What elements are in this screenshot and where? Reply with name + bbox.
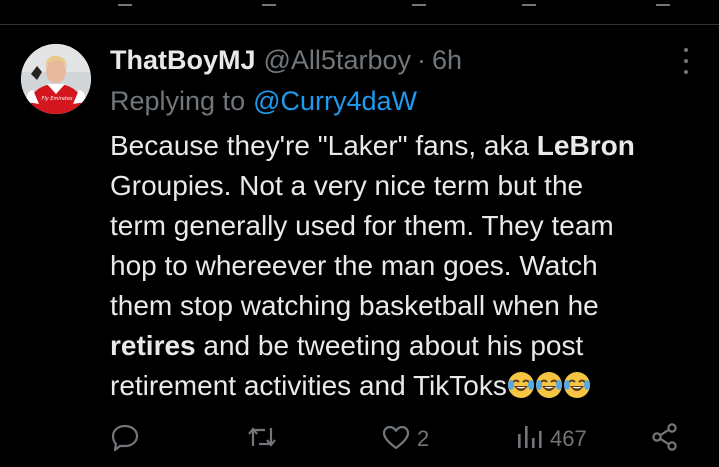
tweet-text-segment: term generally used for them. They team bbox=[110, 210, 614, 241]
like-icon bbox=[381, 422, 411, 456]
avatar-shirt-text: Fly Emirates bbox=[42, 96, 73, 102]
tweet-text-bold-segment: LeBron bbox=[536, 130, 635, 161]
reply-button[interactable] bbox=[110, 424, 140, 454]
tweet-line: them stop watching basketball when he bbox=[110, 286, 710, 326]
laughing-crying-emoji-icon bbox=[535, 370, 563, 410]
laughing-crying-emoji-icon bbox=[507, 370, 535, 410]
replying-to-label: Replying to bbox=[110, 85, 246, 116]
tweet-header: ThatBoyMJ @All5tarboy · 6h bbox=[110, 40, 462, 80]
views-button[interactable]: 467 bbox=[516, 424, 587, 454]
reply-icon bbox=[110, 422, 140, 456]
tweet-line: retirement activities and TikToks bbox=[110, 366, 710, 406]
tweet-time[interactable]: 6h bbox=[432, 45, 462, 76]
tweet-text-segment: and be tweeting about his post bbox=[195, 330, 584, 361]
author-display-name[interactable]: ThatBoyMJ bbox=[110, 45, 256, 76]
share-icon bbox=[650, 422, 680, 456]
repost-icon bbox=[246, 422, 278, 456]
replying-to-line: Replying to @Curry4daW bbox=[110, 82, 417, 120]
previous-repost-icon[interactable] bbox=[262, 0, 276, 6]
previous-tweet-action-bar bbox=[0, 0, 719, 18]
tweet-text-segment: hop to whereever the man goes. Watch bbox=[110, 250, 598, 281]
tweet-text-segment: retirement activities and TikToks bbox=[110, 370, 507, 401]
tweet-text-segment: them stop watching basketball when he bbox=[110, 290, 599, 321]
laughing-crying-emoji-icon bbox=[563, 370, 591, 410]
header-separator: · bbox=[417, 44, 426, 75]
like-button[interactable]: 2 bbox=[381, 424, 429, 454]
previous-reply-icon[interactable] bbox=[118, 0, 132, 6]
tweet-line: Groupies. Not a very nice term but the bbox=[110, 166, 710, 206]
more-dot bbox=[684, 48, 688, 52]
previous-like-icon[interactable] bbox=[412, 0, 426, 6]
tweet-line: term generally used for them. They team bbox=[110, 206, 710, 246]
repost-button[interactable] bbox=[246, 424, 278, 454]
tweet-line: hop to whereever the man goes. Watch bbox=[110, 246, 710, 286]
more-options-icon[interactable] bbox=[676, 48, 696, 74]
avatar[interactable]: Fly Emirates bbox=[21, 44, 91, 114]
tweet-text-bold-segment: retires bbox=[110, 330, 196, 361]
share-button[interactable] bbox=[650, 422, 680, 456]
tweet-divider bbox=[0, 24, 719, 25]
views-icon bbox=[516, 422, 544, 456]
avatar-image: Fly Emirates bbox=[21, 44, 91, 114]
tweet-text-segment: Groupies. Not a very nice term but the bbox=[110, 170, 584, 201]
tweet-action-bar: 2 467 bbox=[0, 422, 719, 456]
views-count: 467 bbox=[550, 426, 587, 451]
more-dot bbox=[684, 59, 688, 63]
more-dot bbox=[684, 70, 688, 74]
like-count: 2 bbox=[417, 426, 430, 451]
tweet-text-segment: Because they're "Laker" fans, aka bbox=[110, 130, 537, 161]
replying-to-handle-link[interactable]: @Curry4daW bbox=[253, 86, 417, 117]
tweet-body: Because they're "Laker" fans, aka LeBron… bbox=[110, 126, 710, 406]
author-handle[interactable]: @All5tarboy bbox=[264, 45, 411, 76]
previous-share-icon[interactable] bbox=[656, 0, 670, 6]
tweet-line: Because they're "Laker" fans, aka LeBron bbox=[110, 126, 710, 166]
tweet-line: retires and be tweeting about his post bbox=[110, 326, 710, 366]
previous-views-icon[interactable] bbox=[522, 0, 536, 6]
